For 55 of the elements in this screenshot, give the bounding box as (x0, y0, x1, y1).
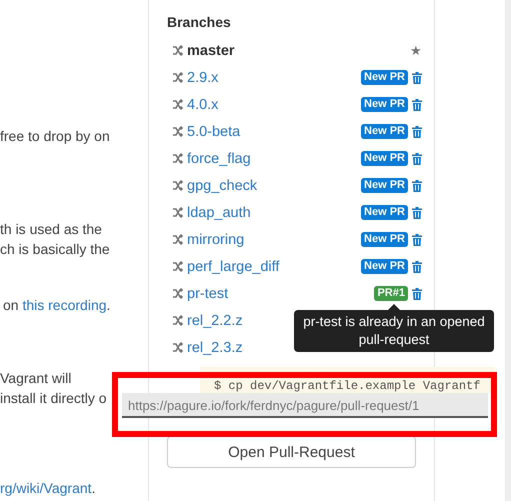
branch-icon (172, 126, 183, 137)
paragraph-text: on this recording. (2, 296, 112, 315)
branch-icon (172, 99, 183, 110)
branch-icon (172, 153, 183, 164)
status-url: https://pagure.io/fork/ferdnyc/pagure/pull-request/1 (122, 393, 488, 418)
tooltip: pr-test is already in an opened pull-request (294, 310, 494, 352)
branch-name[interactable]: force_flag (187, 150, 251, 166)
trash-icon[interactable] (412, 126, 422, 138)
branch-icon (172, 207, 183, 218)
branch-name[interactable]: 2.9.x (187, 70, 218, 86)
paragraph-text: rg/wiki/Vagrant. (0, 479, 96, 498)
branch-icon (172, 288, 183, 299)
paragraph-text: ch is basically the (0, 240, 111, 259)
branch-icon (172, 72, 183, 83)
trash-icon[interactable] (412, 260, 422, 272)
trash-icon[interactable] (412, 152, 422, 164)
branch-icon (172, 45, 183, 56)
trash-icon[interactable] (412, 72, 422, 84)
branch-icon (172, 261, 183, 272)
branch-name[interactable]: 4.0.x (187, 96, 218, 112)
branch-name[interactable]: gpg_check (187, 178, 258, 194)
new-pr-badge[interactable]: New PR (361, 70, 408, 85)
trash-icon[interactable] (412, 234, 422, 246)
branch-name[interactable]: 5.0-beta (187, 124, 240, 140)
trash-icon[interactable] (412, 98, 422, 110)
trash-icon[interactable] (412, 180, 422, 192)
section-title: Branches (167, 13, 231, 32)
new-pr-badge[interactable]: New PR (361, 151, 408, 166)
new-pr-badge[interactable]: New PR (361, 232, 408, 247)
star-icon: ★ (410, 43, 422, 58)
trash-icon[interactable] (412, 288, 422, 300)
new-pr-badge[interactable]: New PR (361, 97, 408, 112)
branch-icon (172, 315, 183, 326)
open-pull-request-button[interactable]: Open Pull-Request (167, 436, 416, 468)
paragraph-text: th is used as the (0, 220, 103, 239)
branch-name[interactable]: ldap_auth (187, 204, 251, 220)
new-pr-badge[interactable]: New PR (361, 205, 408, 220)
new-pr-badge[interactable]: New PR (361, 178, 408, 193)
text-link[interactable]: this recording (22, 297, 107, 313)
branch-name[interactable]: master (187, 42, 235, 58)
branch-name[interactable]: perf_large_diff (187, 258, 280, 274)
branch-name[interactable]: rel_2.3.z (187, 340, 243, 356)
branch-name[interactable]: mirroring (187, 232, 244, 248)
text-link[interactable]: rg/wiki/Vagrant (0, 480, 92, 496)
paragraph-text: Vagrant will (0, 369, 72, 388)
trash-icon[interactable] (412, 206, 422, 218)
paragraph-text: free to drop by on (0, 127, 111, 146)
branch-icon (172, 180, 183, 191)
new-pr-badge[interactable]: New PR (361, 124, 408, 139)
new-pr-badge[interactable]: New PR (361, 259, 408, 274)
branch-icon (172, 342, 183, 353)
pr-badge[interactable]: PR#1 (374, 286, 408, 301)
branch-name[interactable]: rel_2.2.z (187, 312, 243, 328)
branch-name[interactable]: pr-test (187, 286, 228, 302)
branch-icon (172, 234, 183, 245)
